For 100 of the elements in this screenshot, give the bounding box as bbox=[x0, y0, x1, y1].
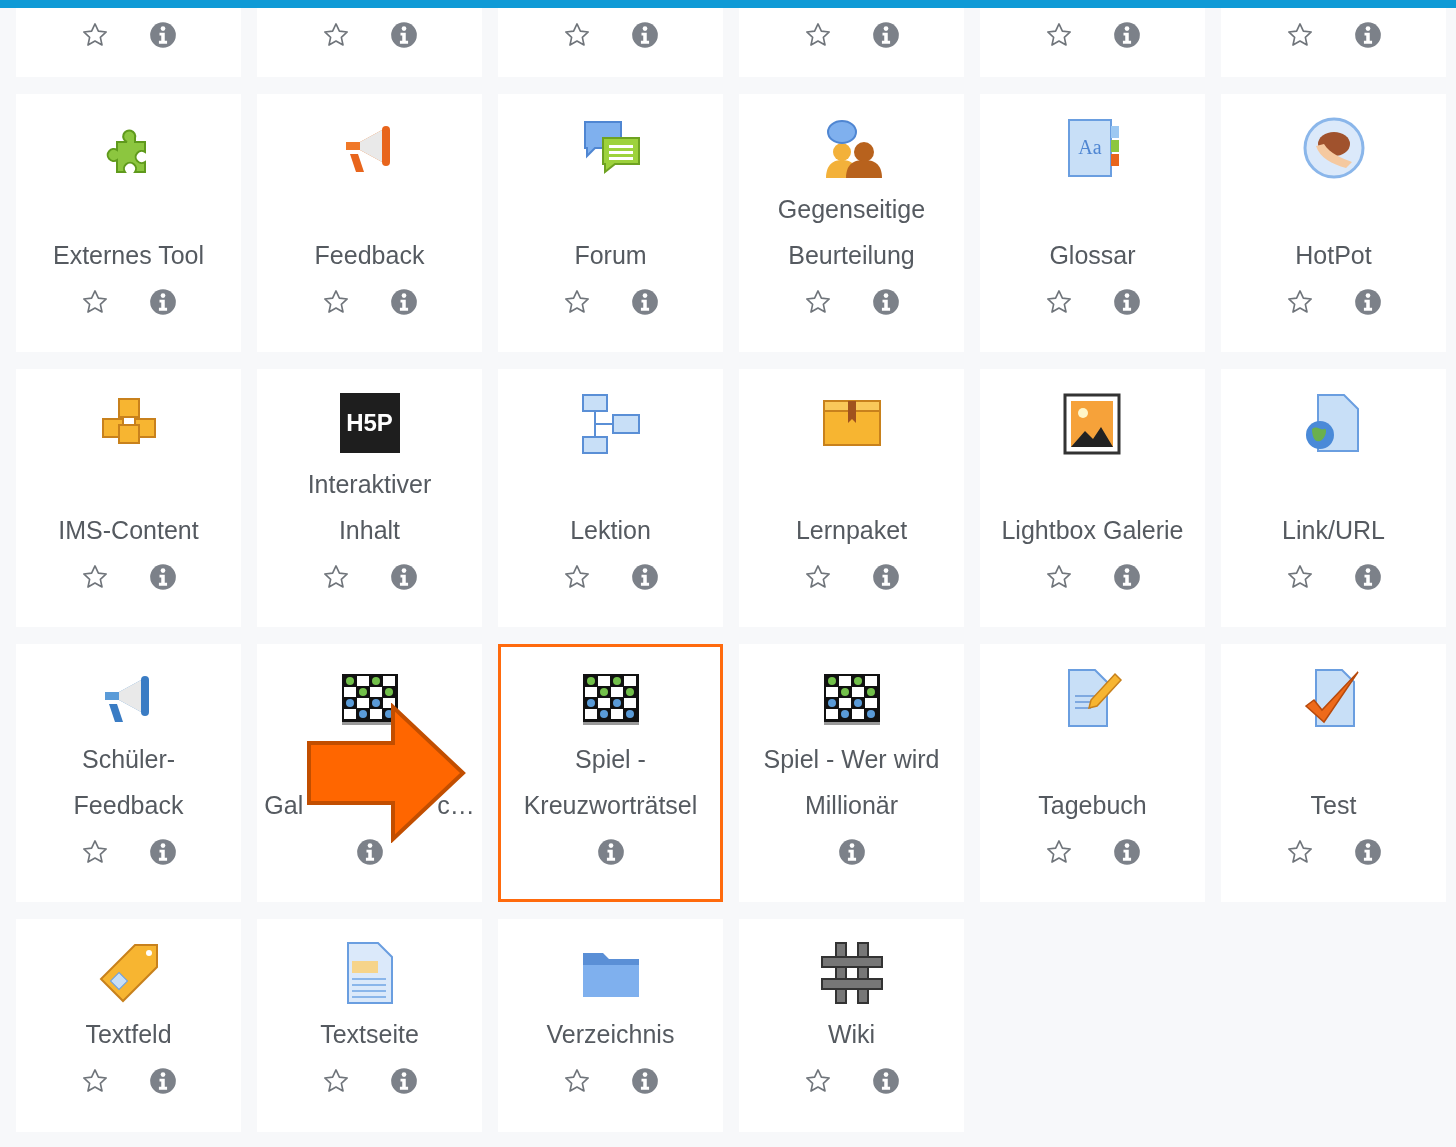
info-icon[interactable] bbox=[148, 838, 177, 866]
activity-name: Interaktiver Inhalt bbox=[306, 469, 433, 546]
activity-name: Feedback bbox=[314, 240, 425, 271]
star-icon[interactable] bbox=[1044, 288, 1073, 316]
info-icon[interactable] bbox=[871, 563, 900, 591]
activity-card[interactable] bbox=[739, 8, 964, 77]
star-icon[interactable] bbox=[80, 1067, 109, 1095]
activity-card[interactable]: Verzeichnis bbox=[498, 919, 723, 1132]
info-icon[interactable] bbox=[389, 1067, 418, 1095]
activity-name: Gal bbox=[264, 790, 304, 821]
info-icon[interactable] bbox=[1353, 288, 1382, 316]
info-icon[interactable] bbox=[596, 838, 625, 866]
star-icon[interactable] bbox=[803, 288, 832, 316]
activity-name: Wiki bbox=[827, 1019, 876, 1050]
activity-name: Lektion bbox=[570, 515, 651, 546]
info-icon[interactable] bbox=[1112, 288, 1141, 316]
activity-name: Schüler-Feedback bbox=[72, 744, 185, 821]
activity-name: Textfeld bbox=[85, 1019, 172, 1050]
activity-card[interactable] bbox=[257, 8, 482, 77]
star-icon[interactable] bbox=[1285, 838, 1314, 866]
activity-card[interactable]: Wiki bbox=[739, 919, 964, 1132]
info-icon[interactable] bbox=[871, 21, 900, 49]
activity-card[interactable]: Aa Glossar bbox=[980, 94, 1205, 352]
activity-name: Tagebuch bbox=[1038, 790, 1147, 821]
star-icon[interactable] bbox=[80, 838, 109, 866]
activity-name: Gegenseitige Beurteilung bbox=[776, 194, 927, 271]
star-icon[interactable] bbox=[321, 1067, 350, 1095]
info-icon[interactable] bbox=[355, 838, 384, 866]
star-icon[interactable] bbox=[562, 563, 591, 591]
info-icon[interactable] bbox=[1353, 21, 1382, 49]
star-icon[interactable] bbox=[80, 288, 109, 316]
info-icon[interactable] bbox=[1112, 21, 1141, 49]
activity-card[interactable]: Lernpaket bbox=[739, 369, 964, 627]
info-icon[interactable] bbox=[148, 1067, 177, 1095]
info-icon[interactable] bbox=[871, 288, 900, 316]
activity-card[interactable]: Externes Tool bbox=[16, 94, 241, 352]
activity-name: Spiel - Wer wird Millionär bbox=[762, 744, 941, 821]
activity-card[interactable]: Feedback bbox=[257, 94, 482, 352]
activity-card[interactable]: HotPot bbox=[1221, 94, 1446, 352]
info-icon[interactable] bbox=[1353, 838, 1382, 866]
info-icon[interactable] bbox=[630, 563, 659, 591]
activity-name: Lightbox Galerie bbox=[1001, 515, 1184, 546]
info-icon[interactable] bbox=[630, 1067, 659, 1095]
activity-card[interactable]: H5P Interaktiver Inhalt bbox=[257, 369, 482, 627]
info-icon[interactable] bbox=[148, 288, 177, 316]
star-icon[interactable] bbox=[321, 288, 350, 316]
info-icon[interactable] bbox=[837, 838, 866, 866]
activity-name: Test bbox=[1310, 790, 1357, 821]
activity-card[interactable]: Lightbox Galerie bbox=[980, 369, 1205, 627]
star-icon[interactable] bbox=[1285, 21, 1314, 49]
star-icon[interactable] bbox=[321, 563, 350, 591]
star-icon[interactable] bbox=[803, 1067, 832, 1095]
info-icon[interactable] bbox=[389, 563, 418, 591]
activity-card[interactable]: Spiel - Wer wird Millionär bbox=[739, 644, 964, 902]
info-icon[interactable] bbox=[148, 21, 177, 49]
star-icon[interactable] bbox=[321, 21, 350, 49]
info-icon[interactable] bbox=[1112, 838, 1141, 866]
activity-card[interactable]: Textfeld bbox=[16, 919, 241, 1132]
star-icon[interactable] bbox=[562, 1067, 591, 1095]
activity-card[interactable]: Forum bbox=[498, 94, 723, 352]
info-icon[interactable] bbox=[1112, 563, 1141, 591]
activity-name: Forum bbox=[574, 240, 647, 271]
activity-card[interactable]: Spiel - Kreuzworträtsel bbox=[498, 644, 723, 902]
activity-card[interactable] bbox=[980, 8, 1205, 77]
activity-name: IMS-Content bbox=[58, 515, 199, 546]
info-icon[interactable] bbox=[148, 563, 177, 591]
info-icon[interactable] bbox=[871, 1067, 900, 1095]
activity-name: c… bbox=[437, 790, 475, 821]
hand-icon bbox=[1301, 116, 1366, 180]
activity-name: Link/URL bbox=[1282, 515, 1385, 546]
star-icon[interactable] bbox=[1285, 563, 1314, 591]
activity-card[interactable]: Schüler-Feedback bbox=[16, 644, 241, 902]
activity-card[interactable]: Gegenseitige Beurteilung bbox=[739, 94, 964, 352]
info-icon[interactable] bbox=[1353, 563, 1382, 591]
star-icon[interactable] bbox=[803, 563, 832, 591]
activity-card[interactable]: Textseite bbox=[257, 919, 482, 1132]
star-icon[interactable] bbox=[803, 21, 832, 49]
star-icon[interactable] bbox=[562, 21, 591, 49]
activity-card[interactable]: Tagebuch bbox=[980, 644, 1205, 902]
activity-name: Externes Tool bbox=[53, 240, 204, 271]
star-icon[interactable] bbox=[80, 21, 109, 49]
logo-icon: H5P bbox=[339, 393, 400, 453]
activity-card[interactable]: Lektion bbox=[498, 369, 723, 627]
star-icon[interactable] bbox=[562, 288, 591, 316]
activity-card[interactable] bbox=[1221, 8, 1446, 77]
info-icon[interactable] bbox=[630, 288, 659, 316]
info-icon[interactable] bbox=[389, 21, 418, 49]
activity-card[interactable]: Test bbox=[1221, 644, 1446, 902]
activity-card[interactable]: IMS-Content bbox=[16, 369, 241, 627]
info-icon[interactable] bbox=[630, 21, 659, 49]
activity-name: Lernpaket bbox=[795, 515, 908, 546]
star-icon[interactable] bbox=[1044, 563, 1073, 591]
activity-card[interactable]: Link/URL bbox=[1221, 369, 1446, 627]
star-icon[interactable] bbox=[1285, 288, 1314, 316]
star-icon[interactable] bbox=[1044, 21, 1073, 49]
star-icon[interactable] bbox=[1044, 838, 1073, 866]
activity-card[interactable] bbox=[498, 8, 723, 77]
info-icon[interactable] bbox=[389, 288, 418, 316]
star-icon[interactable] bbox=[80, 563, 109, 591]
activity-card[interactable] bbox=[16, 8, 241, 77]
